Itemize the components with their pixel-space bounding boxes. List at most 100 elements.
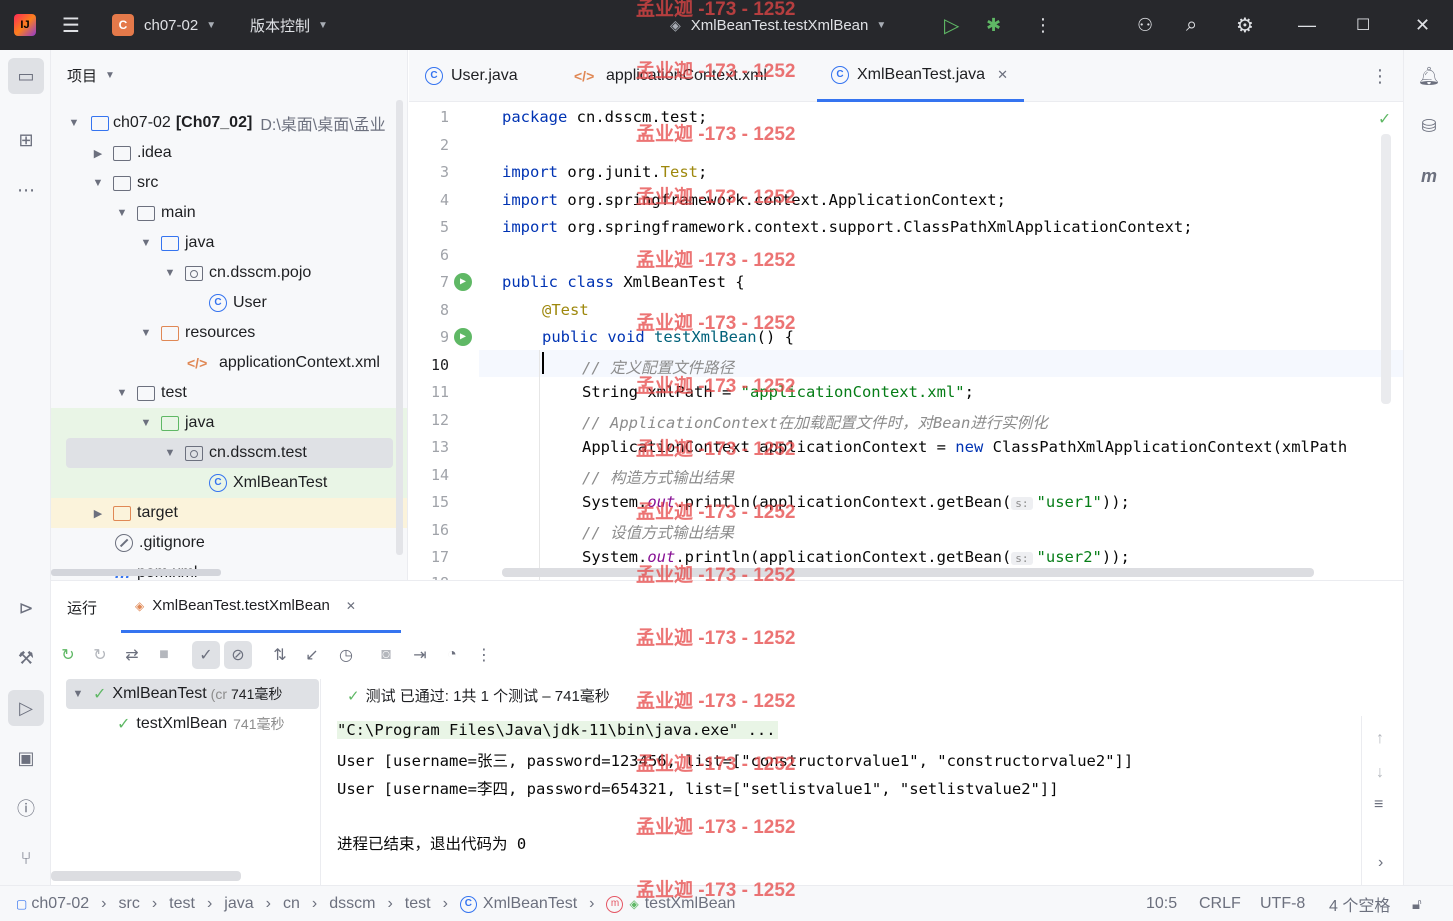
- show-ignored-icon[interactable]: ⊘: [224, 641, 252, 669]
- breadcrumb-item[interactable]: ch07-02: [31, 895, 89, 913]
- ide-logo-icon[interactable]: IJ: [14, 14, 36, 36]
- rerun-failed-icon[interactable]: ↻: [86, 641, 114, 669]
- tree-horizontal-scrollbar[interactable]: [51, 871, 241, 881]
- tree-item-main-java[interactable]: ▼ java: [51, 228, 407, 258]
- coverage-gauge-icon[interactable]: ◔: [438, 641, 466, 669]
- rerun-icon[interactable]: ↻: [54, 641, 82, 669]
- database-icon[interactable]: ⛁: [1411, 108, 1447, 144]
- run-tool-icon[interactable]: ▷: [8, 690, 44, 726]
- tree-item-src[interactable]: ▼ src: [51, 168, 407, 198]
- more-actions-icon[interactable]: ⋮: [1034, 0, 1052, 50]
- tab-appcontext-xml[interactable]: </> applicationContext.xml: [574, 50, 767, 102]
- breadcrumb-item[interactable]: dsscm: [329, 895, 375, 913]
- project-folder-icon[interactable]: ▭: [8, 58, 44, 94]
- tree-item-gitignore[interactable]: .gitignore: [51, 528, 407, 558]
- structure-icon[interactable]: ⊞: [8, 122, 44, 158]
- main-menu-icon[interactable]: ☰: [62, 0, 80, 50]
- breadcrumb-item[interactable]: cn: [283, 895, 300, 913]
- close-button[interactable]: ✕: [1415, 0, 1430, 50]
- run-tab[interactable]: ◈ XmlBeanTest.testXmlBean ✕: [121, 581, 401, 633]
- problems-icon[interactable]: ⓘ: [8, 790, 44, 826]
- test-case-row[interactable]: ✓ testXmlBean 741毫秒: [117, 709, 284, 739]
- tree-item-test[interactable]: ▼ test: [51, 378, 407, 408]
- tree-item-appcontext-xml[interactable]: </> applicationContext.xml: [51, 348, 407, 378]
- lock-icon[interactable]: 🔓︎: [1412, 886, 1422, 921]
- tree-item-xmlbeantest-class[interactable]: C XmlBeanTest: [51, 468, 407, 498]
- settings-gear-icon[interactable]: ⚙: [1236, 0, 1254, 50]
- maximize-button[interactable]: ☐: [1356, 0, 1370, 50]
- soft-wrap-icon[interactable]: ≡: [1374, 796, 1383, 814]
- run-class-gutter-icon[interactable]: ▶: [454, 273, 472, 291]
- tree-item-main[interactable]: ▼ main: [51, 198, 407, 228]
- code-token: @Test: [542, 301, 589, 319]
- run-method-gutter-icon[interactable]: ▶: [454, 328, 472, 346]
- source-folder-icon: [161, 235, 179, 251]
- line-number: 2: [439, 136, 449, 154]
- add-user-icon[interactable]: ⚇: [1137, 0, 1153, 50]
- tab-xmlbeantest-java[interactable]: C XmlBeanTest.java ✕: [817, 50, 1024, 102]
- run-config-selector[interactable]: ◈ XmlBeanTest.testXmlBean ▼: [670, 0, 886, 50]
- close-tab-icon[interactable]: ✕: [997, 67, 1008, 83]
- tree-item-idea[interactable]: ▶ .idea: [51, 138, 407, 168]
- maven-icon[interactable]: m: [1411, 158, 1447, 194]
- toggle-auto-test-icon[interactable]: ⇄: [118, 641, 146, 669]
- breadcrumb-item[interactable]: test: [169, 895, 195, 913]
- caret-position[interactable]: 10:5: [1146, 886, 1177, 921]
- collapse-all-icon[interactable]: ↙: [298, 641, 326, 669]
- package-icon: [185, 445, 203, 461]
- notifications-bell-icon[interactable]: 🔔︎: [1411, 58, 1447, 94]
- tab-options-icon[interactable]: ⋮: [1371, 50, 1389, 102]
- run-button[interactable]: ▷: [944, 0, 959, 50]
- more-tools-icon[interactable]: ⋯: [8, 172, 44, 208]
- indent-setting[interactable]: 4 个空格: [1329, 886, 1390, 921]
- tree-item-target[interactable]: ▶ target: [51, 498, 407, 528]
- services-icon[interactable]: ⊳: [8, 590, 44, 626]
- chevron-right-icon[interactable]: ›: [1378, 854, 1383, 872]
- file-encoding[interactable]: UTF-8: [1260, 886, 1305, 921]
- tree-item-user-class[interactable]: C User: [51, 288, 407, 318]
- terminal-icon[interactable]: ▣: [8, 740, 44, 776]
- editor-vertical-scrollbar[interactable]: [1381, 134, 1391, 404]
- close-tab-icon[interactable]: ✕: [346, 599, 356, 613]
- show-passed-icon[interactable]: ✓: [192, 641, 220, 669]
- console-output[interactable]: "C:\Program Files\Java\jdk-11\bin\java.e…: [331, 716, 1361, 886]
- tree-item-test-package[interactable]: ▼ cn.dsscm.test: [66, 438, 393, 468]
- breadcrumb-item[interactable]: java: [224, 895, 253, 913]
- vertical-scrollbar[interactable]: [396, 100, 403, 555]
- minimize-button[interactable]: —: [1298, 0, 1316, 50]
- code-editor[interactable]: 1 2 3 4 5 6 7 8 9 10 11 12 13 14 15 16 1…: [409, 102, 1403, 580]
- breadcrumb-item[interactable]: testXmlBean: [645, 895, 736, 913]
- inspection-ok-icon[interactable]: ✓: [1379, 108, 1390, 129]
- tree-item-test-java[interactable]: ▼ java: [51, 408, 407, 438]
- scroll-up-icon[interactable]: ↑: [1376, 730, 1384, 748]
- project-switcher[interactable]: C ch07-02 ▼: [112, 0, 216, 50]
- git-branch-icon[interactable]: ⑂: [8, 840, 44, 876]
- resources-folder-icon: [161, 325, 179, 341]
- horizontal-scrollbar[interactable]: [51, 569, 221, 576]
- editor-horizontal-scrollbar[interactable]: [502, 568, 1314, 577]
- sort-icon[interactable]: ⇅: [266, 641, 294, 669]
- tab-user-java[interactable]: C User.java: [425, 50, 518, 102]
- camera-icon[interactable]: ◙: [372, 641, 400, 669]
- breadcrumb-item[interactable]: src: [119, 895, 140, 913]
- search-icon[interactable]: ⌕: [1186, 0, 1197, 50]
- scroll-down-icon[interactable]: ↓: [1376, 764, 1384, 782]
- project-panel-header[interactable]: 项目 ▼: [67, 65, 115, 86]
- import-icon[interactable]: ⇥: [406, 641, 434, 669]
- breadcrumb-item[interactable]: test: [405, 895, 431, 913]
- line-number: 8: [439, 301, 449, 319]
- run-panel-header: 运行 ◈ XmlBeanTest.testXmlBean ✕: [51, 581, 1403, 633]
- history-clock-icon[interactable]: ◷: [332, 641, 360, 669]
- stop-icon[interactable]: ■: [150, 641, 178, 669]
- line-separator[interactable]: CRLF: [1199, 886, 1241, 921]
- more-options-icon[interactable]: ⋮: [470, 641, 498, 669]
- breadcrumb-item[interactable]: XmlBeanTest: [483, 895, 577, 913]
- tree-item-pojo-package[interactable]: ▼ cn.dsscm.pojo: [51, 258, 407, 288]
- vcs-menu[interactable]: 版本控制 ▼: [250, 0, 328, 50]
- build-hammer-icon[interactable]: ⚒: [8, 640, 44, 676]
- test-suite-row[interactable]: ▼ ✓ XmlBeanTest (cr 741毫秒: [71, 679, 283, 709]
- chevron-right-icon: ›: [311, 895, 318, 912]
- tree-item-root[interactable]: ▼ ch07-02 [Ch07_02] D:\桌面\桌面\孟业: [51, 108, 407, 138]
- tree-item-resources[interactable]: ▼ resources: [51, 318, 407, 348]
- debug-button[interactable]: ✱: [986, 0, 1001, 50]
